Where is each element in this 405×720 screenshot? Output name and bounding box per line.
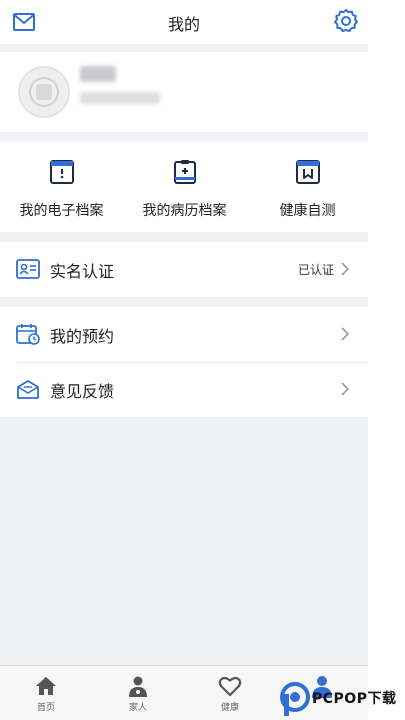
profile-card[interactable] [0, 52, 368, 132]
menu-item-label: 意见反馈 [50, 382, 115, 401]
home-icon [36, 677, 56, 695]
e-record-icon [49, 160, 74, 184]
menu-item-appointments[interactable]: 我的预约 [0, 307, 368, 362]
quick-actions: 我的电子档案 我的病历档案 健康自测 [0, 142, 368, 232]
verification-row[interactable]: 实名认证 已认证 [0, 242, 368, 297]
verification-label: 实名认证 [50, 262, 115, 281]
menu-item-feedback[interactable]: 意见反馈 [0, 362, 368, 417]
tab-label: 家人 [128, 703, 147, 713]
user-id-blurred [80, 92, 160, 104]
pcpop-watermark: PCPOP下载 [280, 682, 405, 716]
app-screen: 我的 我的电子档案 我的病历档案 健康自测 实名认证 已认证 我的预约 意见反馈… [0, 0, 368, 720]
top-bar: 我的 [0, 0, 368, 44]
medical-record-icon [173, 160, 196, 184]
heart-icon [218, 676, 242, 697]
quick-action-label: 健康自测 [279, 203, 336, 219]
verification-status: 已认证 [297, 263, 334, 277]
quick-action-medical-record[interactable]: 我的病历档案 [123, 142, 246, 232]
tab-label: 首页 [36, 703, 55, 713]
gear-icon[interactable] [333, 8, 359, 34]
feedback-icon [17, 380, 39, 399]
menu-card: 我的预约 意见反馈 [0, 307, 368, 417]
pcpop-logo-icon [280, 682, 310, 716]
watermark-text: PCPOP下载 [312, 691, 397, 707]
tab-health[interactable]: 健康 [184, 666, 276, 720]
page-title: 我的 [167, 15, 200, 34]
user-name-blurred [80, 66, 116, 82]
chevron-right-icon [341, 382, 350, 396]
quick-action-health-test[interactable]: 健康自测 [246, 142, 369, 232]
calendar-icon [16, 324, 40, 345]
menu-item-label: 我的预约 [50, 327, 115, 346]
avatar[interactable] [18, 66, 70, 118]
id-card-icon [16, 259, 40, 279]
tab-label: 健康 [220, 703, 239, 713]
chevron-right-icon [341, 262, 350, 276]
health-test-icon [295, 160, 320, 184]
tab-home[interactable]: 首页 [0, 666, 92, 720]
quick-action-label: 我的病历档案 [142, 203, 227, 219]
chevron-right-icon [341, 327, 350, 341]
family-icon [129, 676, 147, 697]
tab-family[interactable]: 家人 [92, 666, 184, 720]
quick-action-label: 我的电子档案 [19, 203, 104, 219]
verification-card: 实名认证 已认证 [0, 242, 368, 297]
quick-action-e-record[interactable]: 我的电子档案 [0, 142, 123, 232]
avatar-emblem-center [36, 84, 52, 100]
